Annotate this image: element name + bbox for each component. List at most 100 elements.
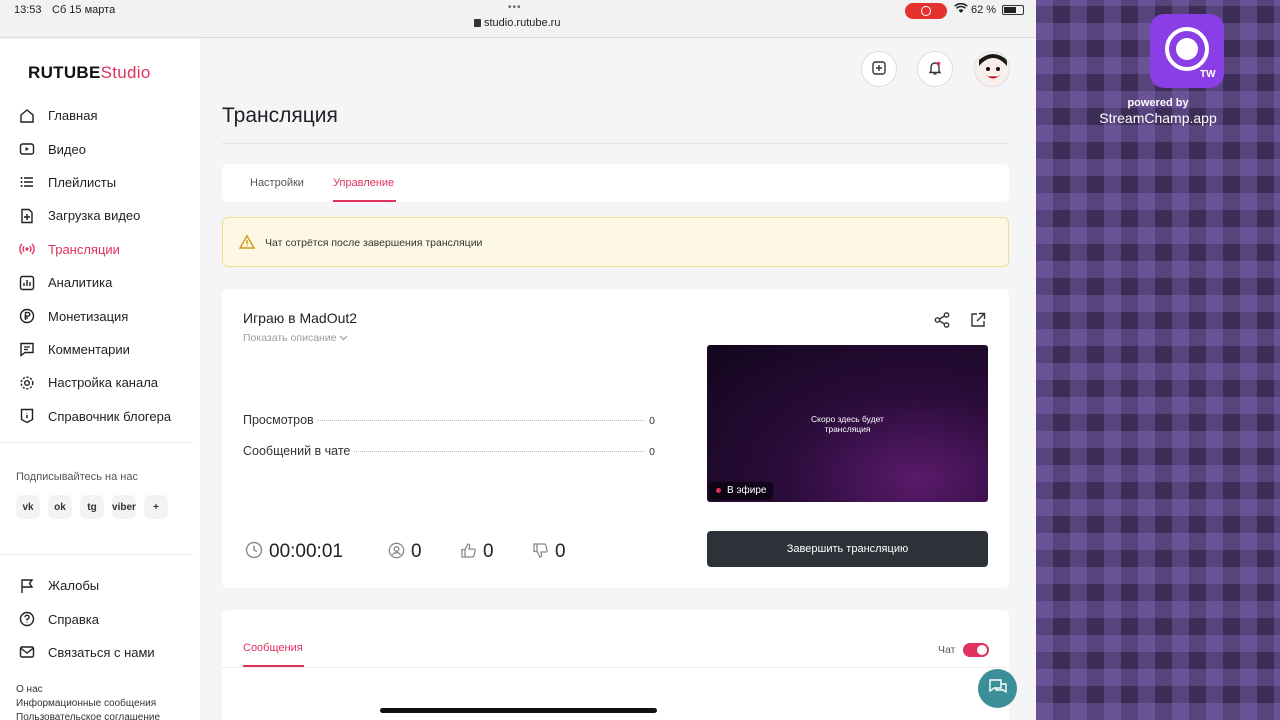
plus-square-icon bbox=[871, 60, 887, 79]
sidebar-item-analytics[interactable]: Аналитика bbox=[0, 266, 200, 299]
sidebar-item-broadcasts[interactable]: Трансляции bbox=[0, 233, 200, 266]
preview-line-2: трансляция bbox=[824, 424, 871, 434]
footer-link-info[interactable]: Информационные сообщения bbox=[16, 698, 156, 709]
social-links: vk ok tg viber + bbox=[16, 495, 168, 519]
sidebar-item-playlists[interactable]: Плейлисты bbox=[0, 166, 200, 199]
sidebar-item-video[interactable]: Видео bbox=[0, 132, 200, 165]
warning-text: Чат сотрётся после завершения трансляции bbox=[265, 237, 483, 249]
viber-icon[interactable]: viber bbox=[112, 495, 136, 519]
sidebar-item-label: Видео bbox=[48, 141, 86, 157]
ruble-icon bbox=[19, 308, 35, 324]
home-icon bbox=[19, 108, 35, 124]
sidebar-divider bbox=[0, 442, 193, 443]
sidebar-item-monetization[interactable]: Монетизация bbox=[0, 299, 200, 332]
viewer-icon bbox=[388, 542, 405, 563]
tabs-bar: Настройки Управление bbox=[222, 164, 1009, 202]
chat-toggle-label: Чат bbox=[938, 644, 956, 656]
rutube-studio-logo[interactable]: RUTUBEStudio bbox=[28, 63, 151, 83]
powered-by-label: powered by bbox=[1127, 97, 1189, 109]
question-icon bbox=[19, 611, 35, 627]
vk-icon[interactable]: vk bbox=[16, 495, 40, 519]
chat-toggle[interactable] bbox=[963, 643, 989, 657]
chevron-down-icon bbox=[339, 332, 348, 344]
active-tab-indicator bbox=[333, 200, 396, 202]
sidebar-item-label: Аналитика bbox=[48, 275, 113, 291]
sidebar-item-channel-settings[interactable]: Настройка канала bbox=[0, 366, 200, 399]
sidebar-item-label: Справка bbox=[48, 611, 99, 627]
chat-bubble-icon bbox=[988, 677, 1008, 701]
flag-icon bbox=[19, 578, 35, 594]
likes-counter: 0 bbox=[460, 541, 494, 563]
tw-app-icon[interactable]: TW bbox=[1150, 14, 1224, 88]
stat-views: Просмотров 0 bbox=[243, 413, 655, 427]
stat-value: 0 bbox=[649, 446, 655, 458]
sidebar-item-blogger-guide[interactable]: Справочник блогера bbox=[0, 400, 200, 433]
url-bar[interactable]: studio.rutube.ru bbox=[474, 17, 560, 29]
external-link-icon[interactable] bbox=[969, 311, 987, 329]
bell-icon bbox=[927, 60, 943, 79]
preview-line-1: Скоро здесь будет bbox=[811, 414, 884, 424]
share-icon[interactable] bbox=[933, 311, 951, 329]
status-time: 13:53 bbox=[14, 4, 42, 16]
sidebar-item-label: Жалобы bbox=[48, 578, 100, 594]
stat-value: 0 bbox=[649, 415, 655, 427]
avatar[interactable] bbox=[974, 51, 1010, 87]
sidebar-item-label: Главная bbox=[48, 108, 98, 124]
live-badge: В эфире bbox=[709, 482, 773, 500]
create-button[interactable] bbox=[861, 51, 897, 87]
upload-icon bbox=[19, 208, 35, 224]
record-icon bbox=[1165, 27, 1209, 71]
sidebar-item-contact[interactable]: Связаться с нами bbox=[0, 636, 200, 669]
preview-placeholder: Скоро здесь будет трансляция bbox=[707, 414, 988, 434]
screen-record-indicator[interactable] bbox=[905, 3, 947, 19]
home-indicator[interactable] bbox=[380, 708, 657, 713]
footer-link-agreement[interactable]: Пользовательское соглашение bbox=[16, 712, 160, 720]
sidebar-item-label: Загрузка видео bbox=[48, 208, 141, 224]
mail-icon bbox=[19, 644, 35, 660]
stat-chat-messages: Сообщений в чате 0 bbox=[243, 444, 655, 458]
stream-title: Играю в MadOut2 bbox=[243, 310, 358, 326]
sidebar-item-complaints[interactable]: Жалобы bbox=[0, 569, 200, 602]
logo-product: Studio bbox=[100, 63, 151, 82]
sidebar-item-help[interactable]: Справка bbox=[0, 602, 200, 635]
end-stream-button[interactable]: Завершить трансляцию bbox=[707, 531, 988, 567]
messages-card: Сообщения Чат bbox=[222, 610, 1009, 720]
warning-icon bbox=[238, 234, 256, 250]
stream-preview[interactable]: Скоро здесь будет трансляция В эфире bbox=[707, 345, 988, 502]
analytics-icon bbox=[19, 275, 35, 291]
timer-value: 00:00:01 bbox=[269, 541, 343, 562]
video-icon bbox=[19, 141, 35, 157]
multitask-dots[interactable]: ••• bbox=[508, 2, 522, 13]
tab-settings[interactable]: Настройки bbox=[250, 177, 304, 189]
stream-card: Играю в MadOut2 Показать описание Просмо… bbox=[222, 289, 1009, 588]
likes-value: 0 bbox=[483, 541, 494, 562]
support-chat-button[interactable] bbox=[978, 669, 1017, 708]
sidebar-item-comments[interactable]: Комментарии bbox=[0, 333, 200, 366]
tab-management[interactable]: Управление bbox=[333, 177, 394, 189]
page-title: Трансляция bbox=[222, 104, 338, 127]
messages-divider bbox=[222, 667, 1009, 668]
gear-icon bbox=[19, 375, 35, 391]
stat-label: Сообщений в чате bbox=[243, 444, 351, 458]
more-social-icon[interactable]: + bbox=[144, 495, 168, 519]
warning-banner: Чат сотрётся после завершения трансляции bbox=[222, 217, 1009, 267]
sidebar-item-upload[interactable]: Загрузка видео bbox=[0, 199, 200, 232]
playlist-icon bbox=[19, 174, 35, 190]
show-description-toggle[interactable]: Показать описание bbox=[243, 332, 348, 344]
sidebar-item-home[interactable]: Главная bbox=[0, 99, 200, 132]
tab-messages[interactable]: Сообщения bbox=[243, 642, 303, 654]
broadcast-icon bbox=[19, 241, 35, 257]
sidebar-item-label: Настройка канала bbox=[48, 375, 159, 391]
footer-link-about[interactable]: О нас bbox=[16, 684, 43, 695]
stream-timer: 00:00:01 bbox=[245, 541, 343, 563]
sidebar-divider bbox=[0, 554, 193, 555]
sidebar-item-label: Монетизация bbox=[48, 308, 129, 324]
dislikes-counter: 0 bbox=[532, 541, 566, 563]
telegram-icon[interactable]: tg bbox=[80, 495, 104, 519]
status-date: Сб 15 марта bbox=[52, 4, 116, 16]
info-icon bbox=[19, 408, 35, 424]
notifications-button[interactable] bbox=[917, 51, 953, 87]
wifi-icon bbox=[954, 2, 968, 17]
battery-icon bbox=[1002, 5, 1024, 15]
ok-icon[interactable]: ok bbox=[48, 495, 72, 519]
